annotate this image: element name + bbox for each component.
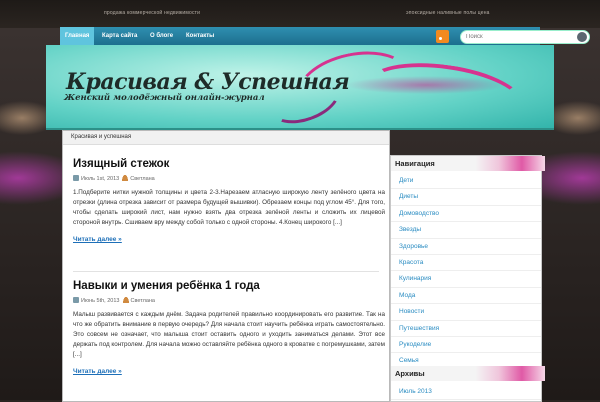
main-nav: Главная Карта сайта О блоге Контакты: [60, 27, 590, 47]
calendar-icon: [73, 175, 79, 181]
sidebar-item-stars[interactable]: Звезды: [391, 222, 541, 239]
sidebar-nav-list: Дети Диеты Домоводство Звезды Здоровье К…: [391, 173, 541, 370]
site-header: Красивая & Успешная Женский молодёжный о…: [46, 41, 554, 134]
sidebar-item-cooking[interactable]: Кулинария: [391, 271, 541, 288]
sidebar: Навигация Дети Диеты Домоводство Звезды …: [390, 155, 545, 402]
sidebar-archive-heading: Архивы: [391, 366, 545, 381]
sidebar-item-children[interactable]: Дети: [391, 173, 541, 190]
post-date: Июль 1st, 2013: [81, 176, 120, 182]
nav-item-about[interactable]: О блоге: [145, 27, 178, 46]
sidebar-item-health[interactable]: Здоровье: [391, 239, 541, 255]
top-link-left[interactable]: продажа коммерческой недвижимости: [104, 10, 200, 16]
post-divider: [73, 271, 379, 272]
site-tagline: Женский молодёжный онлайн-журнал: [64, 93, 265, 103]
post-excerpt: 1.Подберите нитки нужной толщины и цвета…: [73, 189, 385, 226]
post-title[interactable]: Изящный стежок: [73, 157, 385, 171]
search-icon[interactable]: [577, 32, 587, 42]
post-author[interactable]: Светлана: [131, 298, 155, 304]
post-date: Июнь 5th, 2013: [81, 298, 120, 304]
post: Изящный стежок Июль 1st, 2013 Светлана 1…: [73, 157, 385, 246]
search-input[interactable]: [466, 31, 556, 43]
sidebar-item-fashion[interactable]: Мода: [391, 288, 541, 305]
user-icon: [122, 175, 129, 181]
nav-item-contacts[interactable]: Контакты: [181, 27, 219, 46]
nav-item-home[interactable]: Главная: [60, 27, 95, 46]
post-meta: Июль 1st, 2013 Светлана: [73, 175, 385, 183]
read-more-link[interactable]: Читать далее »: [73, 368, 122, 375]
user-icon: [122, 297, 129, 303]
search-box: [460, 30, 590, 44]
sidebar-item-beauty[interactable]: Красота: [391, 255, 541, 272]
post-author[interactable]: Светлана: [130, 176, 154, 182]
post-meta: Июнь 5th, 2013 Светлана: [73, 297, 385, 305]
nav-item-sitemap[interactable]: Карта сайта: [97, 27, 142, 46]
archive-item[interactable]: Июль 2013: [391, 384, 541, 401]
top-link-right[interactable]: эпоксидные наливные полы цена: [406, 10, 490, 16]
rss-icon[interactable]: [436, 30, 449, 43]
post-title[interactable]: Навыки и умения ребёнка 1 года: [73, 279, 385, 293]
sidebar-item-diets[interactable]: Диеты: [391, 189, 541, 206]
sidebar-nav-heading: Навигация: [391, 156, 545, 171]
sidebar-item-housekeeping[interactable]: Домоводство: [391, 206, 541, 223]
read-more-link[interactable]: Читать далее »: [73, 236, 122, 243]
sidebar-item-travel[interactable]: Путешествия: [391, 321, 541, 337]
post: Навыки и умения ребёнка 1 года Июнь 5th,…: [73, 279, 385, 378]
sidebar-archive-list: Июль 2013: [391, 384, 541, 401]
main-content: Красивая и успешная Изящный стежок Июль …: [62, 130, 390, 402]
breadcrumb[interactable]: Красивая и успешная: [63, 131, 389, 145]
calendar-icon: [73, 297, 79, 303]
sidebar-item-news[interactable]: Новости: [391, 304, 541, 321]
post-excerpt: Малыш развивается с каждым днём. Задача …: [73, 311, 385, 358]
header-swirl-decoration-2: [362, 54, 528, 134]
top-strip: [0, 0, 600, 28]
site-title[interactable]: Красивая & Успешная: [66, 69, 350, 95]
sidebar-item-needlework[interactable]: Рукоделие: [391, 337, 541, 354]
